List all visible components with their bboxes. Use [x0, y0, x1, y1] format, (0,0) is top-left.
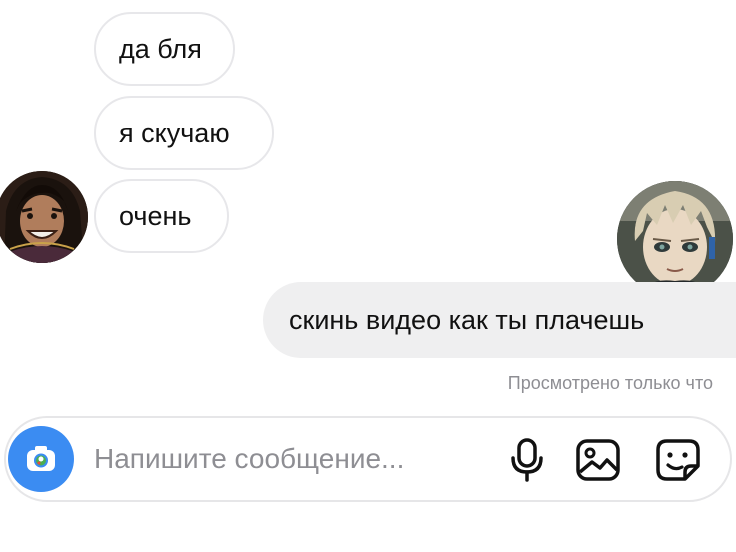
- camera-icon: [27, 446, 55, 471]
- message-text: очень: [119, 201, 192, 231]
- message-composer: Напишите сообщение...: [4, 416, 732, 502]
- microphone-button[interactable]: [503, 436, 551, 484]
- incoming-message[interactable]: да бля: [94, 12, 235, 86]
- incoming-message[interactable]: очень: [94, 179, 229, 253]
- outgoing-message[interactable]: скинь видео как ты плачешь: [263, 282, 736, 358]
- chat-screen: да бля я скучаю очень скинь видео как ты…: [0, 0, 736, 552]
- sticker-icon: [656, 439, 700, 481]
- sender-avatar[interactable]: [0, 171, 88, 263]
- message-text: да бля: [119, 34, 202, 64]
- own-avatar-image: [617, 181, 733, 297]
- own-avatar[interactable]: [617, 181, 733, 297]
- message-text: я скучаю: [119, 118, 230, 148]
- image-gallery-icon: [576, 439, 620, 481]
- sender-avatar-image: [0, 171, 88, 263]
- message-input[interactable]: Напишите сообщение...: [94, 418, 404, 500]
- incoming-message[interactable]: я скучаю: [94, 96, 274, 170]
- sticker-button[interactable]: [654, 436, 702, 484]
- message-text: скинь видео как ты плачешь: [289, 305, 645, 335]
- microphone-icon: [511, 438, 543, 482]
- gallery-button[interactable]: [574, 436, 622, 484]
- seen-status: Просмотрено только что: [507, 373, 713, 393]
- camera-button[interactable]: [8, 426, 74, 492]
